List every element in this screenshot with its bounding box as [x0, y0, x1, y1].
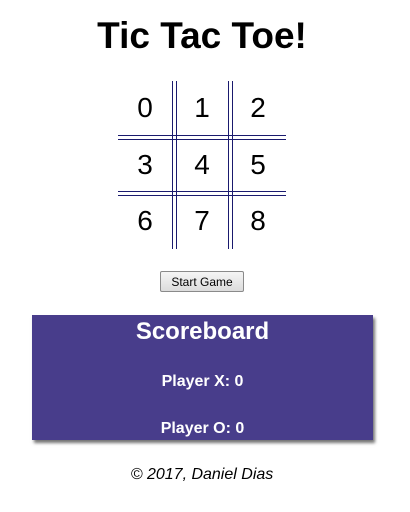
board-cell-3[interactable]: 3 — [118, 138, 172, 192]
board-cell-4[interactable]: 4 — [175, 138, 229, 192]
board-cell-6[interactable]: 6 — [118, 194, 172, 248]
page-title: Tic Tac Toe! — [97, 15, 307, 56]
player-x-score: Player X: 0 — [161, 373, 244, 390]
grid-line-vertical-1 — [172, 81, 177, 249]
start-game-button[interactable]: Start Game — [160, 271, 244, 292]
scoreboard-title: Scoreboard — [135, 318, 270, 345]
board-cell-0[interactable]: 0 — [118, 81, 172, 135]
copyright-footer: © 2017, Daniel Dias — [130, 466, 274, 483]
scoreboard: Scoreboard Player X: 0 Player O: 0 — [32, 315, 373, 440]
board-cell-7[interactable]: 7 — [175, 194, 229, 248]
game-board: 0 1 2 3 4 5 6 7 8 — [118, 81, 286, 249]
grid-line-vertical-2 — [228, 81, 233, 249]
player-o-score: Player O: 0 — [160, 420, 245, 437]
board-cell-2[interactable]: 2 — [231, 81, 285, 135]
grid-line-horizontal-1 — [118, 135, 286, 140]
board-cell-5[interactable]: 5 — [231, 138, 285, 192]
board-cell-8[interactable]: 8 — [231, 194, 285, 248]
board-cell-1[interactable]: 1 — [175, 81, 229, 135]
grid-line-horizontal-2 — [118, 191, 286, 196]
